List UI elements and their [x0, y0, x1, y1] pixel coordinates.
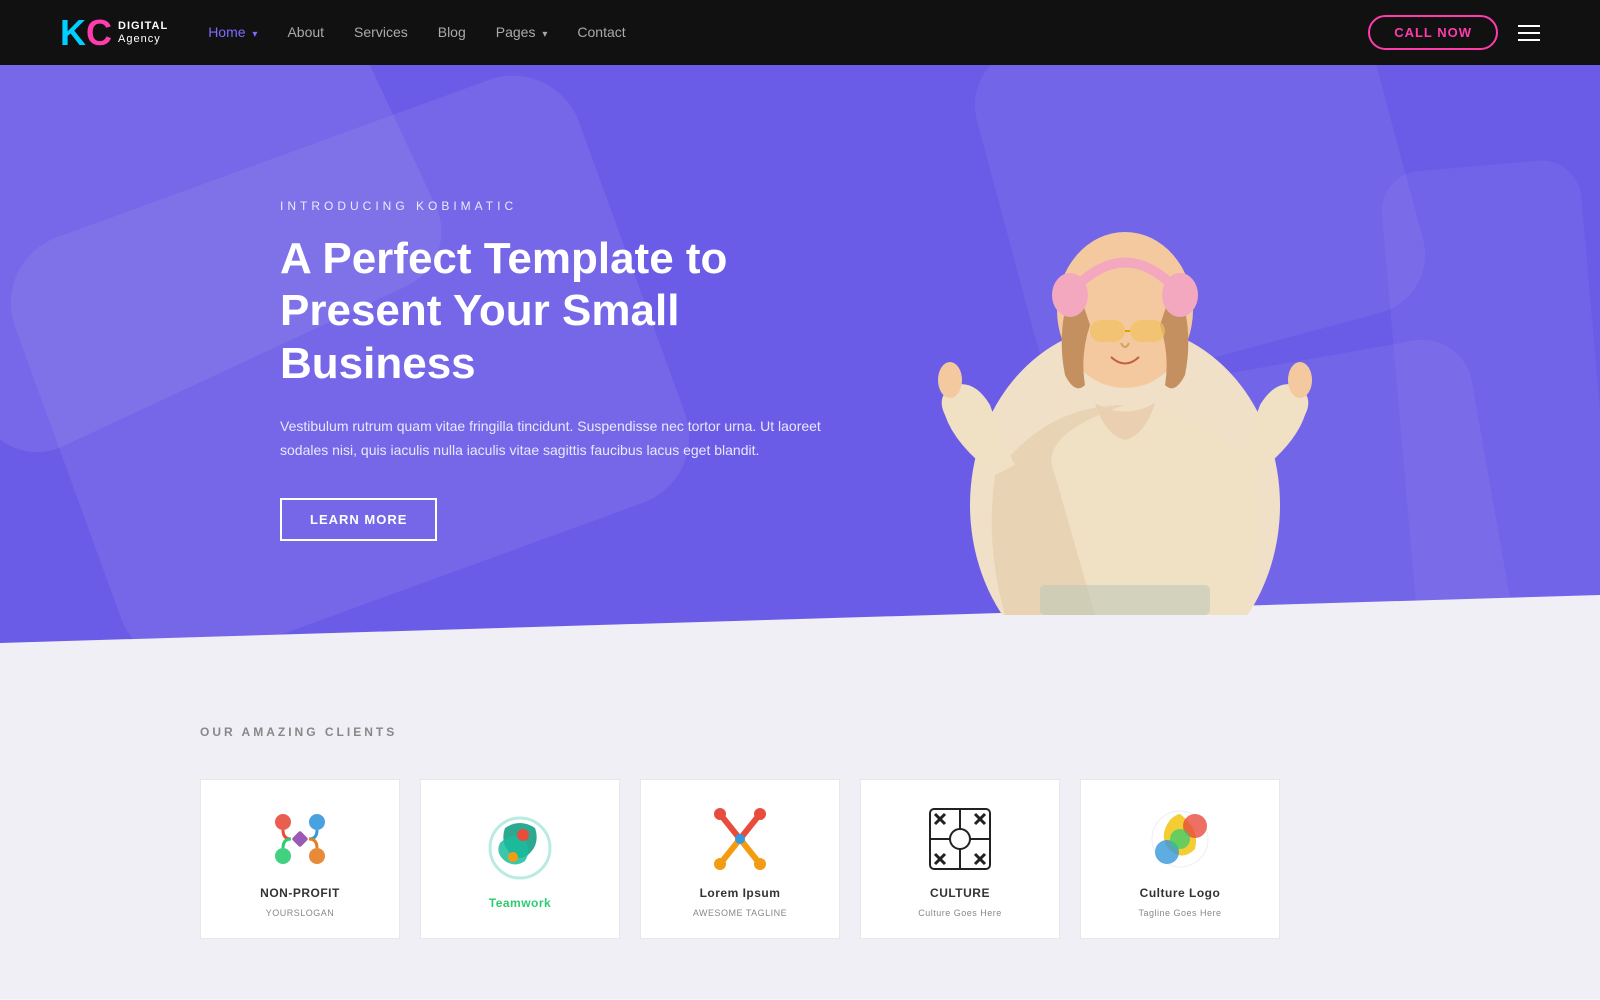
- logo-digital: DIGITAL: [118, 20, 168, 32]
- logo-text: DIGITAL Agency: [118, 20, 168, 44]
- client-name-culture: CULTURE: [930, 886, 990, 900]
- nav-item-pages[interactable]: Pages ▾: [496, 24, 548, 42]
- call-now-button[interactable]: CALL NOW: [1368, 15, 1498, 50]
- logo[interactable]: KC DIGITAL Agency: [60, 15, 168, 51]
- navbar: KC DIGITAL Agency Home ▾ About Services …: [0, 0, 1600, 65]
- hamburger-line: [1518, 39, 1540, 41]
- culturelogo-svg: [1145, 804, 1215, 874]
- nav-item-services[interactable]: Services: [354, 24, 408, 42]
- logo-letters: KC: [60, 15, 112, 51]
- hero-person-illustration: [935, 125, 1315, 615]
- navbar-left: KC DIGITAL Agency Home ▾ About Services …: [60, 15, 626, 51]
- clients-section-label: OUR AMAZING CLIENTS: [200, 725, 1400, 739]
- hero-image-area: [830, 125, 1420, 615]
- teamwork-logo-svg: [485, 813, 555, 883]
- client-card-culturelogo: Culture Logo Tagline Goes Here: [1080, 779, 1280, 939]
- client-name-teamwork: Teamwork: [489, 896, 551, 910]
- learn-more-button[interactable]: LEARN MORE: [280, 498, 437, 541]
- client-name-nonprofit: NON-PROFIT: [260, 886, 340, 900]
- nav-item-home[interactable]: Home ▾: [208, 24, 257, 42]
- nav-item-about[interactable]: About: [287, 24, 324, 42]
- hero-title: A Perfect Template to Present Your Small…: [280, 233, 830, 391]
- client-name-lorem: Lorem Ipsum: [700, 886, 781, 900]
- navbar-right: CALL NOW: [1368, 15, 1540, 50]
- client-card-lorem: Lorem Ipsum AWESOME TAGLINE: [640, 779, 840, 939]
- nav-item-contact[interactable]: Contact: [577, 24, 625, 42]
- clients-section: OUR AMAZING CLIENTS: [0, 675, 1600, 999]
- culture-logo-svg: [925, 804, 995, 874]
- nav-links: Home ▾ About Services Blog Pages ▾ Conta…: [208, 24, 625, 42]
- clients-grid: NON-PROFIT YOURSLOGAN Teamwork: [200, 779, 1400, 939]
- client-logo-nonprofit: [260, 800, 340, 878]
- client-logo-teamwork: [480, 808, 560, 888]
- hero-description: Vestibulum rutrum quam vitae fringilla t…: [280, 415, 830, 463]
- client-card-nonprofit: NON-PROFIT YOURSLOGAN: [200, 779, 400, 939]
- logo-c: C: [86, 12, 112, 53]
- lorem-logo-svg: [705, 804, 775, 874]
- client-logo-culturelogo: [1140, 800, 1220, 878]
- hamburger-line: [1518, 32, 1540, 34]
- client-sub-lorem: AWESOME TAGLINE: [693, 908, 787, 918]
- logo-agency: Agency: [118, 33, 168, 45]
- hero-text: INTRODUCING KOBIMATIC A Perfect Template…: [280, 199, 830, 542]
- client-card-teamwork: Teamwork: [420, 779, 620, 939]
- nonprofit-logo-svg: [265, 804, 335, 874]
- hamburger-line: [1518, 25, 1540, 27]
- client-name-culturelogo: Culture Logo: [1140, 886, 1221, 900]
- logo-k: K: [60, 12, 86, 53]
- client-logo-lorem: [700, 800, 780, 878]
- nav-item-blog[interactable]: Blog: [438, 24, 466, 42]
- client-logo-culture: [920, 800, 1000, 878]
- client-sub-culturelogo: Tagline Goes Here: [1138, 908, 1221, 918]
- hero-section: INTRODUCING KOBIMATIC A Perfect Template…: [0, 65, 1600, 675]
- client-card-culture: CULTURE Culture Goes Here: [860, 779, 1060, 939]
- hero-content: INTRODUCING KOBIMATIC A Perfect Template…: [0, 65, 1600, 675]
- hamburger-menu[interactable]: [1518, 25, 1540, 41]
- client-sub-nonprofit: YOURSLOGAN: [266, 908, 335, 918]
- hero-intro: INTRODUCING KOBIMATIC: [280, 199, 830, 213]
- client-sub-culture: Culture Goes Here: [918, 908, 1002, 918]
